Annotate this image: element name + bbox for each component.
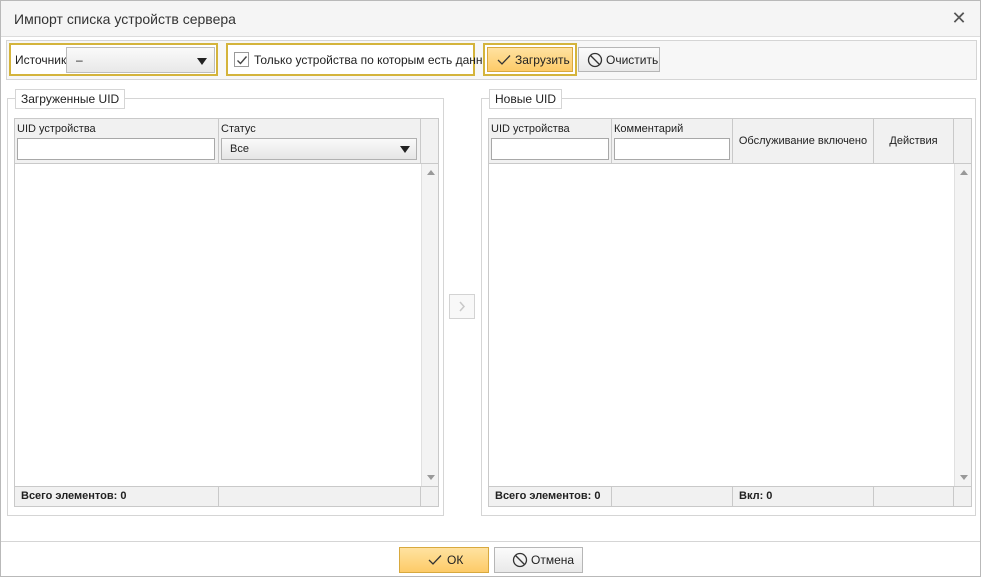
source-group: Источник – xyxy=(9,43,218,76)
checkmark-icon xyxy=(428,555,442,565)
ok-button[interactable]: ОК xyxy=(399,547,489,573)
chevron-down-icon xyxy=(197,58,207,65)
column-status: Статус Все xyxy=(219,119,421,163)
load-button-highlight: Загрузить xyxy=(483,43,577,76)
scroll-up-icon[interactable] xyxy=(960,170,968,175)
close-icon[interactable]: ✕ xyxy=(950,8,968,28)
column-maintenance-label: Обслуживание включено xyxy=(738,135,868,147)
only-with-data-group: Только устройства по которым есть данные xyxy=(226,43,498,76)
cancel-button[interactable]: Отмена xyxy=(494,547,583,573)
grid-header: UID устройства Статус Все xyxy=(15,119,438,164)
grid-footer: Всего элементов: 0 Вкл: 0 xyxy=(489,486,971,506)
only-with-data-label[interactable]: Только устройства по которым есть данные xyxy=(254,53,498,67)
footer-total: Всего элементов: 0 xyxy=(489,487,612,506)
load-button[interactable]: Загрузить xyxy=(487,47,573,72)
scroll-up-icon[interactable] xyxy=(427,170,435,175)
footer-comment-cell xyxy=(612,487,733,506)
dialog-button-bar: ОК Отмена xyxy=(1,541,980,576)
dialog-title: Импорт списка устройств сервера xyxy=(14,11,236,27)
column-actions: Действия xyxy=(874,119,954,163)
source-label: Источник xyxy=(15,53,67,67)
column-status-label: Статус xyxy=(221,123,256,135)
footer-total: Всего элементов: 0 xyxy=(15,487,219,506)
only-with-data-checkbox[interactable] xyxy=(234,52,249,67)
chevron-down-icon xyxy=(400,146,410,153)
comment-filter-input[interactable] xyxy=(614,138,730,160)
column-maintenance: Обслуживание включено xyxy=(733,119,874,163)
new-uid-panel: Новые UID UID устройства Комментарий Обс… xyxy=(481,89,976,516)
new-grid-body xyxy=(489,164,971,486)
status-filter-value: Все xyxy=(230,143,249,155)
transfer-button[interactable] xyxy=(449,294,475,319)
column-comment-label: Комментарий xyxy=(614,123,684,135)
vertical-scrollbar[interactable] xyxy=(954,164,971,486)
loaded-uid-grid: UID устройства Статус Все Всего элементо… xyxy=(14,118,439,507)
import-toolbar: Источник – Только устройства по которым … xyxy=(6,40,977,80)
clear-button-label: Очистить xyxy=(606,52,659,67)
cancel-button-label: Отмена xyxy=(531,553,575,567)
import-dialog: Импорт списка устройств сервера ✕ Источн… xyxy=(0,0,981,577)
dialog-titlebar: Импорт списка устройств сервера ✕ xyxy=(1,1,980,37)
column-uid: UID устройства xyxy=(489,119,612,163)
column-uid-label: UID устройства xyxy=(491,123,570,135)
source-select-value: – xyxy=(76,53,83,67)
column-actions-label: Действия xyxy=(889,135,938,147)
chevron-right-icon xyxy=(459,301,466,312)
new-uid-grid: UID устройства Комментарий Обслуживание … xyxy=(488,118,972,507)
clear-button[interactable]: Очистить xyxy=(578,47,660,72)
grid-header: UID устройства Комментарий Обслуживание … xyxy=(489,119,971,164)
source-select[interactable]: – xyxy=(66,47,215,73)
loaded-uid-panel-title: Загруженные UID xyxy=(15,89,126,109)
uid-filter-input[interactable] xyxy=(17,138,215,160)
scroll-down-icon[interactable] xyxy=(427,475,435,480)
footer-enabled-count: Вкл: 0 xyxy=(733,487,874,506)
checkmark-icon xyxy=(497,54,511,65)
checkmark-icon xyxy=(237,56,248,65)
vertical-scrollbar[interactable] xyxy=(421,164,438,486)
prohibited-icon xyxy=(587,52,603,67)
column-uid: UID устройства xyxy=(15,119,219,163)
status-filter-select[interactable]: Все xyxy=(221,138,417,160)
ok-button-label: ОК xyxy=(447,553,464,567)
grid-footer: Всего элементов: 0 xyxy=(15,486,438,506)
footer-status-cell xyxy=(219,487,421,506)
new-uid-panel-title: Новые UID xyxy=(489,89,563,109)
uid-filter-input[interactable] xyxy=(491,138,609,160)
loaded-grid-body xyxy=(15,164,438,486)
prohibited-icon xyxy=(512,552,528,568)
scroll-down-icon[interactable] xyxy=(960,475,968,480)
footer-actions-cell xyxy=(874,487,954,506)
loaded-uid-panel: Загруженные UID UID устройства Статус Вс… xyxy=(7,89,444,516)
column-comment: Комментарий xyxy=(612,119,733,163)
load-button-label: Загрузить xyxy=(515,52,570,67)
column-uid-label: UID устройства xyxy=(17,123,96,135)
